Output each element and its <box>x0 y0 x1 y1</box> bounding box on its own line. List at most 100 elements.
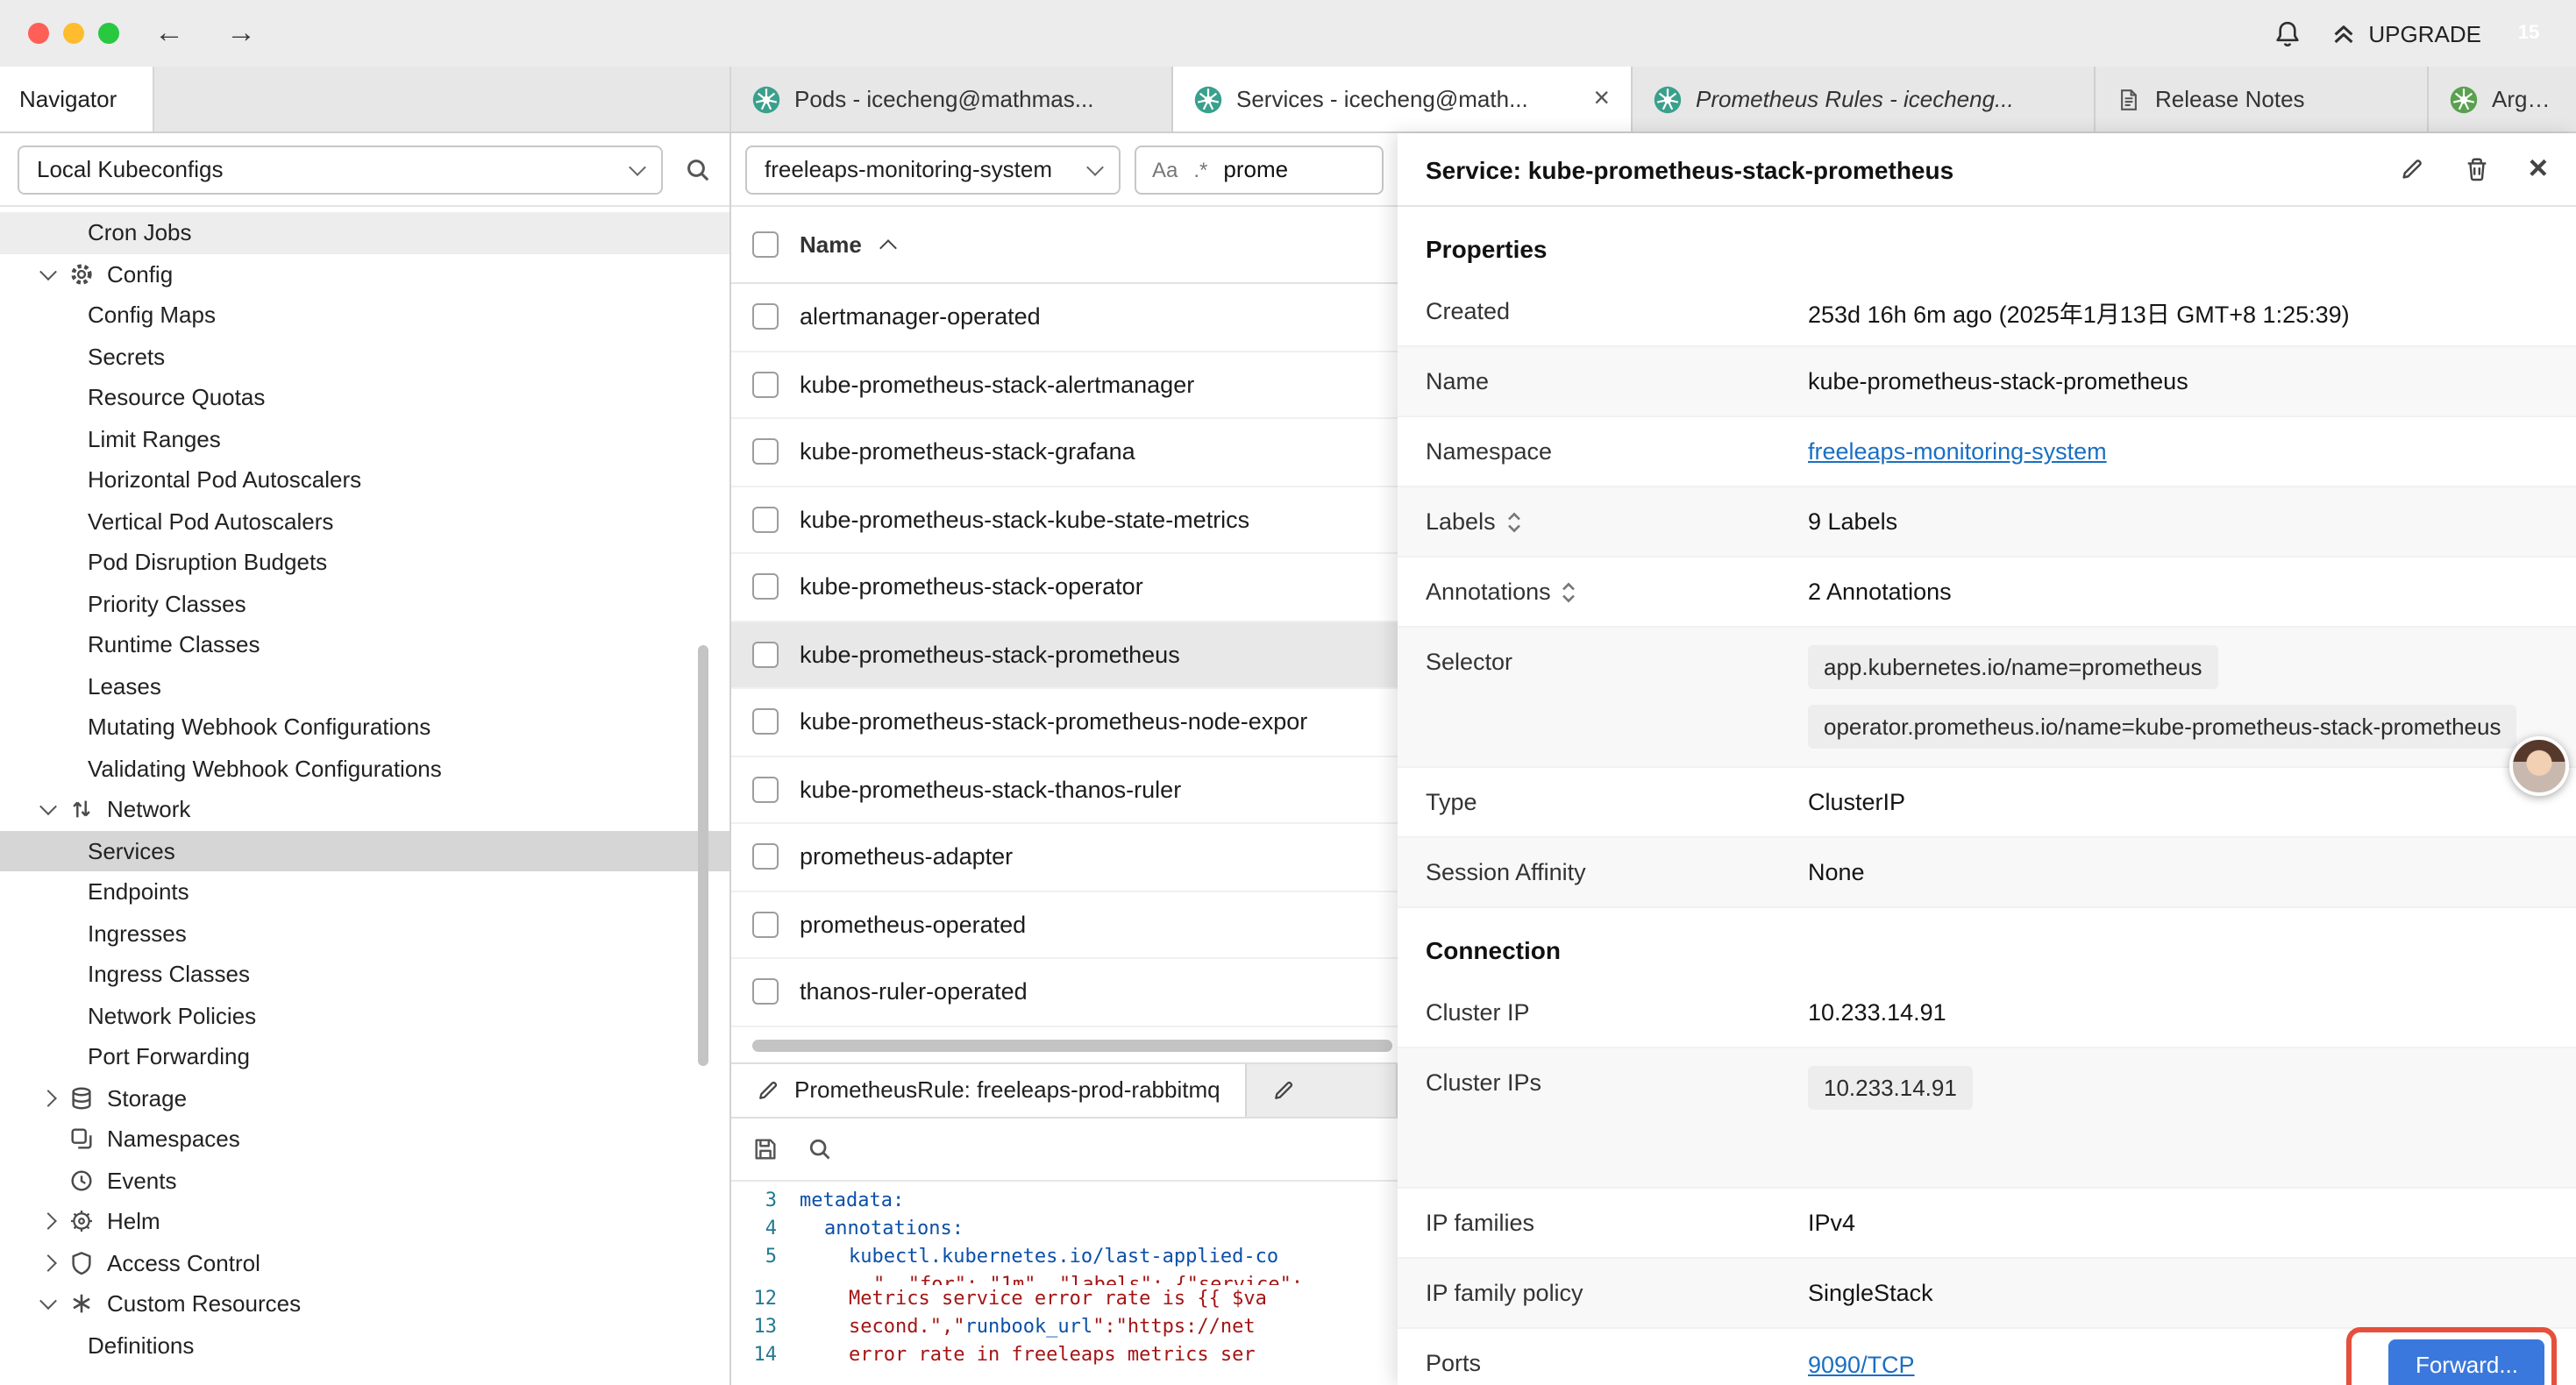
code-line: 5kubectl.kubernetes.io/last-applied-co <box>731 1242 1398 1270</box>
zoom-window-button[interactable] <box>98 23 119 44</box>
tab-release-notes[interactable]: Release Notes <box>2096 67 2429 131</box>
regex-toggle[interactable]: .* <box>1193 157 1207 181</box>
row-checkbox[interactable] <box>752 439 779 465</box>
bell-icon[interactable] <box>2272 18 2302 48</box>
select-all-checkbox[interactable] <box>752 231 779 258</box>
sidebar-item-endpoints[interactable]: Endpoints <box>0 871 729 913</box>
sidebar-item-validating-webhook-configurations[interactable]: Validating Webhook Configurations <box>0 748 729 789</box>
forward-icon[interactable]: → <box>226 16 256 51</box>
close-icon[interactable]: × <box>2529 153 2548 186</box>
table-row[interactable]: thanos-ruler-operated <box>731 959 1398 1026</box>
name-column-header[interactable]: Name <box>800 231 862 258</box>
sidebar-item-network-policies[interactable]: Network Policies <box>0 995 729 1036</box>
yaml-editor-tab[interactable]: PrometheusRule: freeleaps-prod-rabbitmq <box>731 1063 1247 1116</box>
sidebar-item-resource-quotas[interactable]: Resource Quotas <box>0 377 729 418</box>
chevron-down-icon[interactable] <box>39 799 57 816</box>
sidebar-item-storage[interactable]: Storage <box>0 1077 729 1119</box>
namespace-selector[interactable]: freeleaps-monitoring-system <box>745 145 1121 194</box>
sidebar-item-limit-ranges[interactable]: Limit Ranges <box>0 418 729 459</box>
editor-search-icon[interactable] <box>807 1135 833 1161</box>
row-checkbox[interactable] <box>752 709 779 735</box>
row-checkbox[interactable] <box>752 912 779 938</box>
sidebar-item-priority-classes[interactable]: Priority Classes <box>0 583 729 624</box>
tab-prometheus-rules-icecheng-[interactable]: Prometheus Rules - icecheng... <box>1633 67 2096 131</box>
yaml-editor[interactable]: 3metadata:4annotations:5kubectl.kubernet… <box>731 1181 1398 1385</box>
sidebar-item-leases[interactable]: Leases <box>0 665 729 707</box>
chevron-down-icon[interactable] <box>39 263 57 281</box>
row-checkbox[interactable] <box>752 844 779 870</box>
sidebar-item-events[interactable]: Events <box>0 1160 729 1201</box>
sidebar-item-pod-disruption-budgets[interactable]: Pod Disruption Budgets <box>0 542 729 583</box>
table-row[interactable]: kube-prometheus-stack-alertmanager <box>731 352 1398 419</box>
row-checkbox[interactable] <box>752 574 779 600</box>
chevron-right-icon[interactable] <box>39 1213 57 1231</box>
sidebar-item-config-maps[interactable]: Config Maps <box>0 295 729 336</box>
navigator-tab[interactable]: Navigator <box>0 67 154 131</box>
row-checkbox[interactable] <box>752 507 779 533</box>
row-checkbox[interactable] <box>752 979 779 1005</box>
sidebar-item-network[interactable]: Network <box>0 789 729 830</box>
sidebar-item-definitions[interactable]: Definitions <box>0 1325 729 1366</box>
sidebar-item-vertical-pod-autoscalers[interactable]: Vertical Pod Autoscalers <box>0 501 729 542</box>
property-row-type: TypeClusterIP <box>1398 768 2576 838</box>
table-row[interactable]: kube-prometheus-stack-prometheus-node-ex… <box>731 689 1398 756</box>
namespace-link[interactable]: freeleaps-monitoring-system <box>1808 438 2107 465</box>
table-row[interactable]: kube-prometheus-stack-prometheus <box>731 621 1398 689</box>
sidebar-item-custom-resources[interactable]: Custom Resources <box>0 1283 729 1325</box>
table-row[interactable]: prometheus-operated <box>731 891 1398 959</box>
port-link[interactable]: 9090/TCP <box>1808 1351 1915 1377</box>
sidebar-item-cron-jobs[interactable]: Cron Jobs <box>0 212 729 253</box>
sidebar-search-icon[interactable] <box>684 155 712 183</box>
expand-collapse-icon[interactable] <box>1506 511 1522 532</box>
row-checkbox[interactable] <box>752 304 779 330</box>
save-icon[interactable] <box>752 1135 779 1161</box>
tab-services-icecheng-math-[interactable]: Services - icecheng@math...× <box>1173 67 1633 131</box>
close-tab-icon[interactable]: × <box>1593 85 1610 113</box>
row-checkbox[interactable] <box>752 642 779 668</box>
table-row[interactable]: kube-prometheus-stack-thanos-ruler <box>731 756 1398 824</box>
chevron-down-icon[interactable] <box>39 1293 57 1310</box>
horizontal-scrollbar[interactable] <box>752 1039 1392 1051</box>
trash-icon[interactable] <box>2464 156 2490 182</box>
chevron-right-icon[interactable] <box>39 1090 57 1107</box>
yaml-editor-tab-partial[interactable] <box>1247 1063 1398 1116</box>
sidebar-item-ingresses[interactable]: Ingresses <box>0 913 729 954</box>
kubeconfig-selector[interactable]: Local Kubeconfigs <box>18 145 663 194</box>
sidebar-item-ingress-classes[interactable]: Ingress Classes <box>0 954 729 995</box>
row-checkbox[interactable] <box>752 372 779 398</box>
notification-badge[interactable]: 15 <box>2509 14 2548 53</box>
sidebar-item-helm[interactable]: Helm <box>0 1201 729 1242</box>
list-search-input[interactable]: Aa .* prome <box>1135 145 1384 194</box>
port-row: 9090/TCP Forward... <box>1808 1329 2548 1385</box>
sidebar-scrollbar[interactable] <box>698 645 708 1066</box>
sidebar-item-port-forwarding[interactable]: Port Forwarding <box>0 1036 729 1077</box>
property-label: Ports <box>1426 1329 1808 1376</box>
sidebar-item-runtime-classes[interactable]: Runtime Classes <box>0 624 729 665</box>
tab-argo-s[interactable]: Argo S <box>2429 67 2576 131</box>
sidebar-item-access-control[interactable]: Access Control <box>0 1242 729 1283</box>
sidebar-item-mutating-webhook-configurations[interactable]: Mutating Webhook Configurations <box>0 707 729 748</box>
tab-pods-icecheng-mathmas-[interactable]: Pods - icecheng@mathmas... <box>731 67 1173 131</box>
sidebar-item-secrets[interactable]: Secrets <box>0 336 729 377</box>
port-list: 9090/TCPForward...8080:reloader-web/TCPF… <box>1808 1329 2548 1385</box>
minimize-window-button[interactable] <box>63 23 84 44</box>
forward-button[interactable]: Forward... <box>2389 1339 2544 1385</box>
expand-collapse-icon[interactable] <box>1562 581 1577 602</box>
user-avatar[interactable] <box>2509 736 2569 796</box>
sidebar-item-namespaces[interactable]: Namespaces <box>0 1119 729 1160</box>
row-checkbox[interactable] <box>752 777 779 803</box>
close-window-button[interactable] <box>28 23 49 44</box>
upgrade-button[interactable]: UPGRADE <box>2330 20 2481 46</box>
sidebar-item-config[interactable]: Config <box>0 253 729 295</box>
table-row[interactable]: kube-prometheus-stack-kube-state-metrics <box>731 487 1398 554</box>
sidebar-item-horizontal-pod-autoscalers[interactable]: Horizontal Pod Autoscalers <box>0 459 729 501</box>
match-case-toggle[interactable]: Aa <box>1152 157 1178 181</box>
back-icon[interactable]: ← <box>154 16 184 51</box>
table-row[interactable]: alertmanager-operated <box>731 284 1398 352</box>
sidebar-item-services[interactable]: Services <box>0 830 729 871</box>
edit-icon[interactable] <box>2399 156 2425 182</box>
table-row[interactable]: kube-prometheus-stack-grafana <box>731 419 1398 487</box>
table-row[interactable]: prometheus-adapter <box>731 824 1398 891</box>
chevron-right-icon[interactable] <box>39 1254 57 1272</box>
table-row[interactable]: kube-prometheus-stack-operator <box>731 554 1398 621</box>
